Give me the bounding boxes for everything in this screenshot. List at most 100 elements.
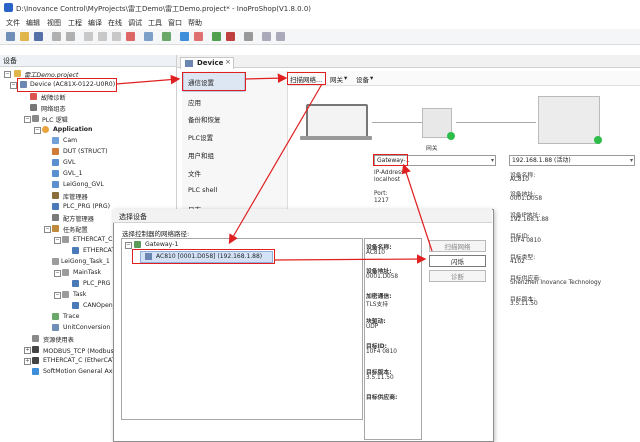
dut-icon <box>52 148 59 155</box>
menu-online[interactable]: 在线 <box>108 18 122 28</box>
nav-plc-settings[interactable]: PLC设置 <box>188 132 213 142</box>
tree-library-manager[interactable]: 库管理器 <box>63 192 88 201</box>
tree-recipe-manager[interactable]: 配方管理器 <box>63 214 94 223</box>
dialog-scan-network-button[interactable]: 扫描网络 <box>429 240 486 252</box>
logout-icon[interactable] <box>194 32 203 41</box>
tree-unit-conversion[interactable]: UnitConversion <box>63 324 110 331</box>
new-file-icon[interactable] <box>6 32 15 41</box>
tree-dut[interactable]: DUT (STRUCT) <box>63 148 108 155</box>
devices-panel-title: 设备 <box>3 57 17 65</box>
gateway-chevron-down-icon[interactable]: ▾ <box>344 74 347 82</box>
expand-modbus-toggle[interactable]: + <box>24 347 31 354</box>
tree-resource-usage[interactable]: 资源使用表 <box>43 335 74 344</box>
menu-build[interactable]: 编译 <box>88 18 102 28</box>
network-config-icon <box>30 104 37 111</box>
device-tab-icon <box>185 60 193 67</box>
tree-diagnosis[interactable]: 故障诊断 <box>41 93 66 102</box>
tab-device[interactable]: Device × <box>180 57 234 69</box>
open-folder-icon[interactable] <box>20 32 29 41</box>
expand-task-toggle[interactable]: − <box>54 292 61 299</box>
login-icon[interactable] <box>180 32 189 41</box>
tree-gvl[interactable]: GVL <box>63 159 75 166</box>
wink-button[interactable]: 闪烁 <box>429 255 486 267</box>
menu-window[interactable]: 窗口 <box>168 18 182 28</box>
nav-plc-shell[interactable]: PLC shell <box>188 186 217 194</box>
gateway-select-highlight-box <box>373 154 408 166</box>
tree-plc-prg[interactable]: PLC_PRG (PRG) <box>63 203 110 210</box>
device-status-icon <box>594 136 602 144</box>
delete-icon[interactable] <box>126 32 135 41</box>
tree-plc-logic[interactable]: PLC 逻辑 <box>42 115 68 124</box>
tree-task[interactable]: Task <box>73 291 86 298</box>
gateway-node[interactable]: Gateway-1 <box>145 241 178 248</box>
nav-backup-restore[interactable]: 备份和恢复 <box>188 114 221 124</box>
device-highlight-box <box>17 78 117 92</box>
nav-files[interactable]: 文件 <box>188 168 201 178</box>
library-manager-icon <box>52 192 59 199</box>
tree-leigong-task-1[interactable]: LeiGong_Task_1 <box>61 258 110 265</box>
trace-icon <box>52 313 59 320</box>
expand-ethercat-master-toggle[interactable]: + <box>24 358 31 365</box>
title-bar: D:\Inovance Control\MyProjects\雷工Demo\雷工… <box>0 0 640 17</box>
paste-icon[interactable] <box>112 32 121 41</box>
device-select[interactable]: 192.168.1.88 (活动) ▾ <box>509 155 635 166</box>
project-icon <box>14 70 21 77</box>
device-menu-button[interactable]: 设备 <box>356 74 369 84</box>
tree-application[interactable]: Application <box>53 126 92 133</box>
info-vendor-label: 目标供应商: <box>366 395 398 401</box>
menu-help[interactable]: 帮助 <box>188 18 202 28</box>
tree-trace[interactable]: Trace <box>63 313 79 320</box>
tree-leigong-gvl[interactable]: LeiGong_GVL <box>63 181 104 188</box>
tree-task-config[interactable]: 任务配置 <box>63 225 88 234</box>
tree-cam[interactable]: Cam <box>63 137 77 144</box>
dialog-title: 选择设备 <box>119 213 147 221</box>
gateway-menu-button[interactable]: 网关 <box>330 74 343 84</box>
expand-task-config-toggle[interactable]: − <box>44 226 51 233</box>
info-version-value: 3.5.11.50 <box>366 375 394 381</box>
reset-icon[interactable] <box>244 32 253 41</box>
expand-ethercat-c-toggle[interactable]: − <box>54 237 61 244</box>
menu-tools[interactable]: 工具 <box>148 18 162 28</box>
expand-application-toggle[interactable]: − <box>34 127 41 134</box>
pc-icon <box>306 104 368 138</box>
expand-gateway-toggle[interactable]: − <box>125 242 132 249</box>
step-icon[interactable] <box>276 32 285 41</box>
diagnosis-button[interactable]: 诊断 <box>429 270 486 282</box>
menu-edit[interactable]: 编辑 <box>26 18 40 28</box>
menu-debug[interactable]: 调试 <box>128 18 142 28</box>
stop-icon[interactable] <box>226 32 235 41</box>
tree-maintask[interactable]: MainTask <box>73 269 101 276</box>
undo-icon[interactable] <box>52 32 61 41</box>
find-icon[interactable] <box>144 32 153 41</box>
menu-project[interactable]: 工程 <box>68 18 82 28</box>
nav-users-groups[interactable]: 用户和组 <box>188 150 214 160</box>
window-controls[interactable] <box>612 3 632 12</box>
device-chevron-down-icon[interactable]: ▾ <box>370 74 373 82</box>
redo-icon[interactable] <box>66 32 75 41</box>
run-icon[interactable] <box>212 32 221 41</box>
expand-plc-logic-toggle[interactable]: − <box>24 116 31 123</box>
tree-gvl-1[interactable]: GVL_1 <box>63 170 83 177</box>
expand-project-toggle[interactable]: − <box>4 71 11 78</box>
expand-maintask-toggle[interactable]: − <box>54 270 61 277</box>
menu-bar: 文件 编辑 视图 工程 编译 在线 调试 工具 窗口 帮助 <box>0 16 640 29</box>
dialog-prompt: 选择控制器的网络路径: <box>122 230 190 238</box>
expand-device-toggle[interactable]: − <box>10 82 17 89</box>
nav-application[interactable]: 应用 <box>188 97 201 107</box>
build-icon[interactable] <box>162 32 171 41</box>
breakpoint-icon[interactable] <box>262 32 271 41</box>
info-block-driver-value: UDP <box>366 324 379 330</box>
tree-network-config[interactable]: 网络组态 <box>41 104 66 113</box>
menu-view[interactable]: 视图 <box>47 18 61 28</box>
save-icon[interactable] <box>34 32 43 41</box>
gw-port-value: 1217 <box>374 198 389 204</box>
menu-file[interactable]: 文件 <box>6 18 20 28</box>
network-tree <box>121 238 363 420</box>
cut-icon[interactable] <box>84 32 93 41</box>
close-tab-icon[interactable]: × <box>225 58 231 66</box>
tree-ethercat-c[interactable]: ETHERCAT_C <box>73 236 113 243</box>
editor-tab-strip <box>177 55 640 68</box>
scan-network-highlight-box <box>287 72 326 85</box>
tree-maintask-plc-prg[interactable]: PLC_PRG <box>83 280 110 287</box>
copy-icon[interactable] <box>98 32 107 41</box>
